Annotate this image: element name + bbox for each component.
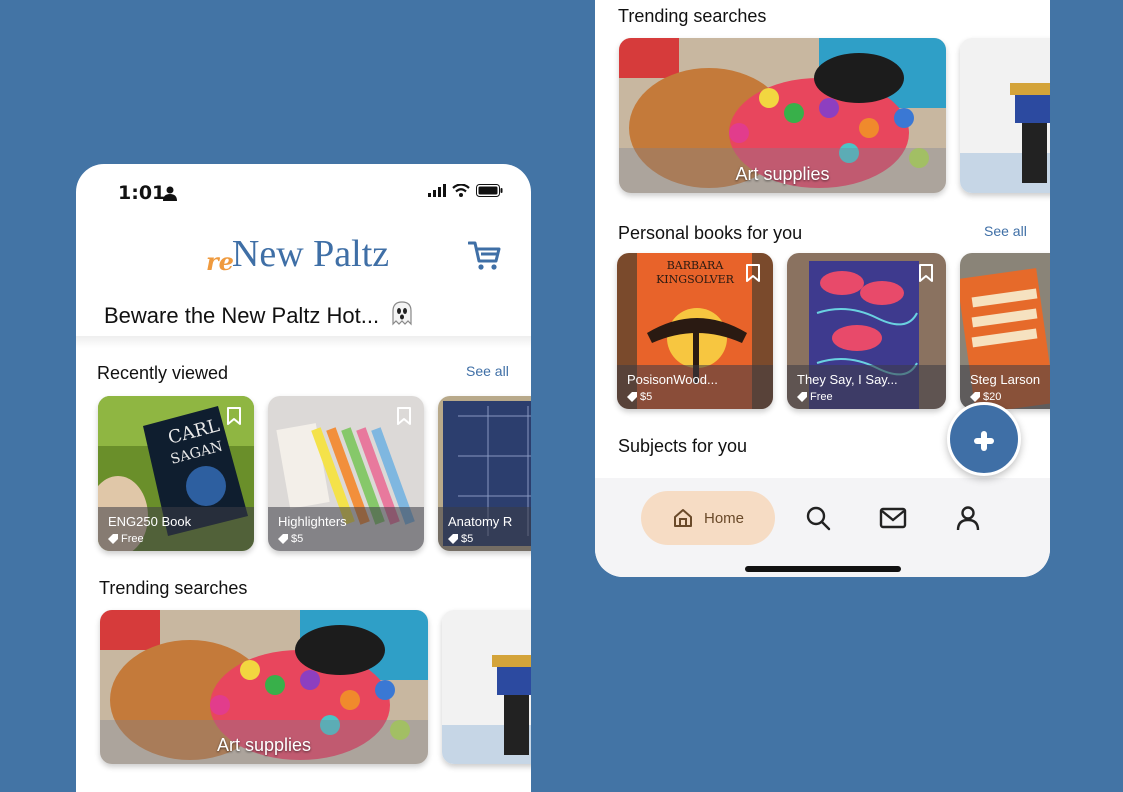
card-price: $5 xyxy=(627,391,652,403)
trending-searches-title: Trending searches xyxy=(99,578,248,598)
card-price-value: $5 xyxy=(291,533,304,545)
home-icon xyxy=(673,509,692,527)
add-listing-button[interactable] xyxy=(947,402,1021,476)
bookmark-icon[interactable] xyxy=(396,406,412,426)
recently-viewed-see-all[interactable]: See all xyxy=(466,363,509,379)
card-price-value: Free xyxy=(121,533,144,545)
svg-text:BARBARA: BARBARA xyxy=(667,259,725,272)
card-title: PosisonWood... xyxy=(627,372,718,387)
recently-viewed-card[interactable]: Highlighters $5 xyxy=(268,396,424,551)
bottom-navigation: Home xyxy=(595,478,1050,577)
bookmark-icon[interactable] xyxy=(226,406,242,426)
nav-home-label: Home xyxy=(703,509,744,527)
trending-search-card[interactable]: Art supplies xyxy=(619,38,946,193)
book-card[interactable]: BARBARA KINGSOLVER PosisonWood... $5 xyxy=(617,253,773,409)
trending-photo xyxy=(960,38,1050,193)
signal-icon xyxy=(428,184,446,197)
status-icons xyxy=(428,184,503,197)
trending-search-card[interactable]: Art supplies xyxy=(100,610,428,764)
card-title: Highlighters xyxy=(278,514,347,529)
mail-icon[interactable] xyxy=(879,504,907,532)
status-time: 1:01 xyxy=(118,182,166,204)
cart-icon[interactable] xyxy=(468,240,502,272)
announcement-text: Beware the New Paltz Hot... xyxy=(104,303,380,328)
battery-icon xyxy=(476,184,503,197)
price-tag-icon xyxy=(627,392,637,402)
price-tag-icon xyxy=(970,392,980,402)
card-price: $5 xyxy=(448,533,473,545)
personal-books-see-all[interactable]: See all xyxy=(984,223,1027,239)
personal-books-row: BARBARA KINGSOLVER PosisonWood... $5 The… xyxy=(617,253,1050,409)
svg-text:KINGSOLVER: KINGSOLVER xyxy=(656,273,735,286)
price-tag-icon xyxy=(278,534,288,544)
nav-home-button[interactable]: Home xyxy=(641,491,775,545)
personal-books-title: Personal books for you xyxy=(618,223,803,243)
announcement-banner[interactable]: Beware the New Paltz Hot... xyxy=(104,300,415,329)
card-price: Free xyxy=(797,391,833,403)
price-tag-icon xyxy=(108,534,118,544)
logo-prefix: re xyxy=(206,247,234,276)
trending-photo xyxy=(442,610,531,764)
bookmark-icon[interactable] xyxy=(918,263,934,283)
card-price-value: $5 xyxy=(461,533,474,545)
wifi-icon xyxy=(452,184,470,197)
card-price-value: Free xyxy=(810,391,833,403)
card-title: They Say, I Say... xyxy=(797,372,898,387)
profile-icon[interactable] xyxy=(954,504,982,532)
home-indicator xyxy=(745,566,901,572)
section-divider xyxy=(76,336,531,348)
trending-search-card[interactable] xyxy=(960,38,1050,193)
recently-viewed-card[interactable]: Anatomy R $5 xyxy=(438,396,531,551)
price-tag-icon xyxy=(797,392,807,402)
recently-viewed-card[interactable]: CARL SAGAN ENG250 Book Free xyxy=(98,396,254,551)
trending-searches-row: Art supplies xyxy=(619,38,1050,193)
card-title: Anatomy R xyxy=(448,514,513,529)
card-price: Free xyxy=(108,533,144,545)
recently-viewed-row: CARL SAGAN ENG250 Book Free Highlighters… xyxy=(98,396,531,551)
trending-label: Art supplies xyxy=(735,164,830,184)
card-price-value: $5 xyxy=(640,391,653,403)
card-title: ENG250 Book xyxy=(108,514,192,529)
trending-searches-row: Art supplies xyxy=(100,610,531,764)
phone-screen-home-scrolled: Trending searches Art supplies Personal … xyxy=(595,0,1050,577)
search-icon[interactable] xyxy=(804,504,832,532)
book-card[interactable]: They Say, I Say... Free xyxy=(787,253,946,409)
book-card[interactable]: Steg Larson $20 xyxy=(960,253,1050,409)
renewpaltz-logo: re New Paltz xyxy=(206,232,389,276)
subjects-title: Subjects for you xyxy=(618,436,748,456)
card-price: $5 xyxy=(278,533,303,545)
bookmark-icon[interactable] xyxy=(745,263,761,283)
trending-searches-title: Trending searches xyxy=(618,6,767,26)
trending-search-card[interactable] xyxy=(442,610,531,764)
person-status-icon xyxy=(163,186,177,201)
ghost-icon xyxy=(392,301,412,326)
phone-screen-home-top: 1:01 re New Paltz Beware the New Paltz H… xyxy=(76,164,531,792)
logo-name: New Paltz xyxy=(231,233,390,275)
trending-label: Art supplies xyxy=(216,735,312,755)
recently-viewed-title: Recently viewed xyxy=(97,363,229,383)
price-tag-icon xyxy=(448,534,458,544)
card-title: Steg Larson xyxy=(970,372,1041,387)
